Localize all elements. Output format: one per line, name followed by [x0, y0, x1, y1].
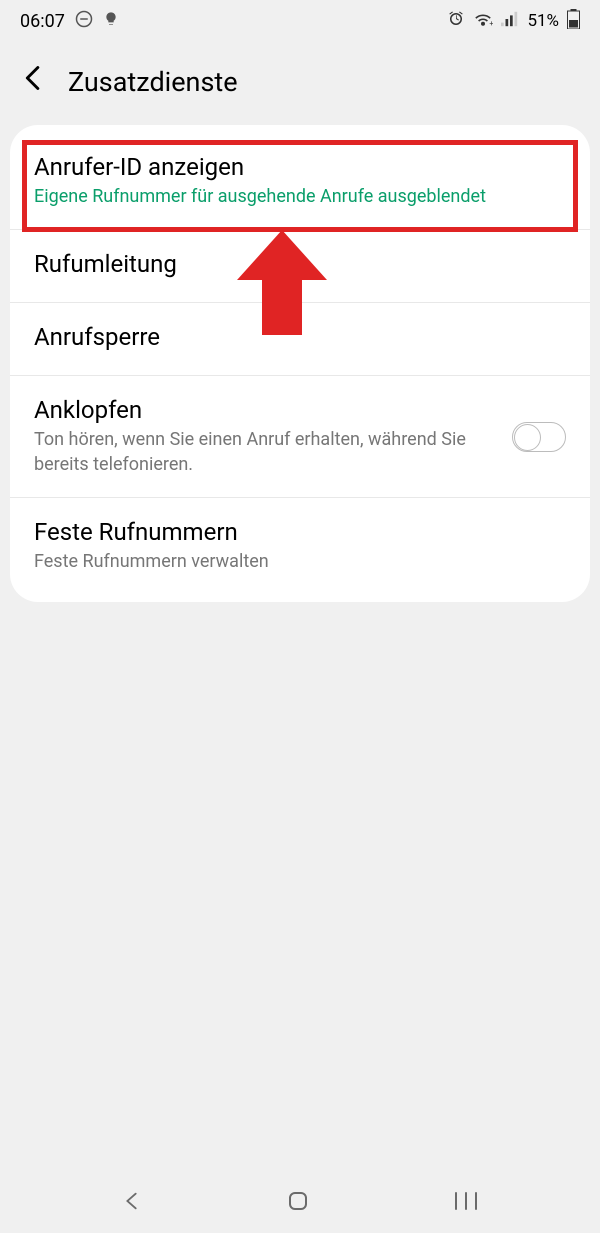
row-fixed-dialing-title: Feste Rufnummern — [34, 518, 566, 546]
bulb-icon — [103, 11, 119, 31]
row-fixed-dialing-sub: Feste Rufnummern verwalten — [34, 550, 566, 574]
row-call-waiting-title: Anklopfen — [34, 396, 496, 424]
signal-icon — [501, 11, 519, 31]
row-call-waiting-text: Anklopfen Ton hören, wenn Sie einen Anru… — [34, 396, 496, 477]
system-nav-bar — [0, 1173, 600, 1233]
page-header: Zusatzdienste — [0, 36, 600, 123]
status-right: + 51% — [447, 9, 580, 33]
row-call-waiting[interactable]: Anklopfen Ton hören, wenn Sie einen Anru… — [10, 376, 590, 498]
svg-text:+: + — [490, 19, 494, 27]
row-caller-id-sub: Eigene Rufnummer für ausgehende Anrufe a… — [34, 185, 566, 209]
dnd-icon — [75, 10, 93, 32]
settings-card: Anrufer-ID anzeigen Eigene Rufnummer für… — [10, 125, 590, 602]
alarm-icon — [447, 10, 465, 32]
status-bar: 06:07 + 51% — [0, 0, 600, 36]
row-call-barring[interactable]: Anrufsperre — [10, 303, 590, 376]
row-fixed-dialing[interactable]: Feste Rufnummern Feste Rufnummern verwal… — [10, 498, 590, 594]
page-title: Zusatzdienste — [68, 66, 238, 98]
battery-icon — [567, 9, 580, 33]
row-caller-id[interactable]: Anrufer-ID anzeigen Eigene Rufnummer für… — [10, 133, 590, 230]
call-waiting-toggle[interactable] — [512, 422, 566, 452]
row-call-forwarding-title: Rufumleitung — [34, 250, 566, 278]
row-call-forwarding[interactable]: Rufumleitung — [10, 230, 590, 303]
row-call-waiting-sub: Ton hören, wenn Sie einen Anruf erhalten… — [34, 428, 496, 477]
status-left: 06:07 — [20, 10, 119, 32]
nav-home-button[interactable] — [266, 1179, 330, 1227]
row-caller-id-title: Anrufer-ID anzeigen — [34, 153, 566, 181]
wifi-icon: + — [473, 11, 493, 31]
battery-percentage: 51% — [527, 11, 559, 31]
back-button[interactable] — [18, 60, 46, 103]
nav-back-button[interactable] — [101, 1180, 163, 1226]
nav-recents-button[interactable] — [433, 1181, 499, 1225]
status-time: 06:07 — [20, 11, 65, 32]
row-call-barring-title: Anrufsperre — [34, 323, 566, 351]
